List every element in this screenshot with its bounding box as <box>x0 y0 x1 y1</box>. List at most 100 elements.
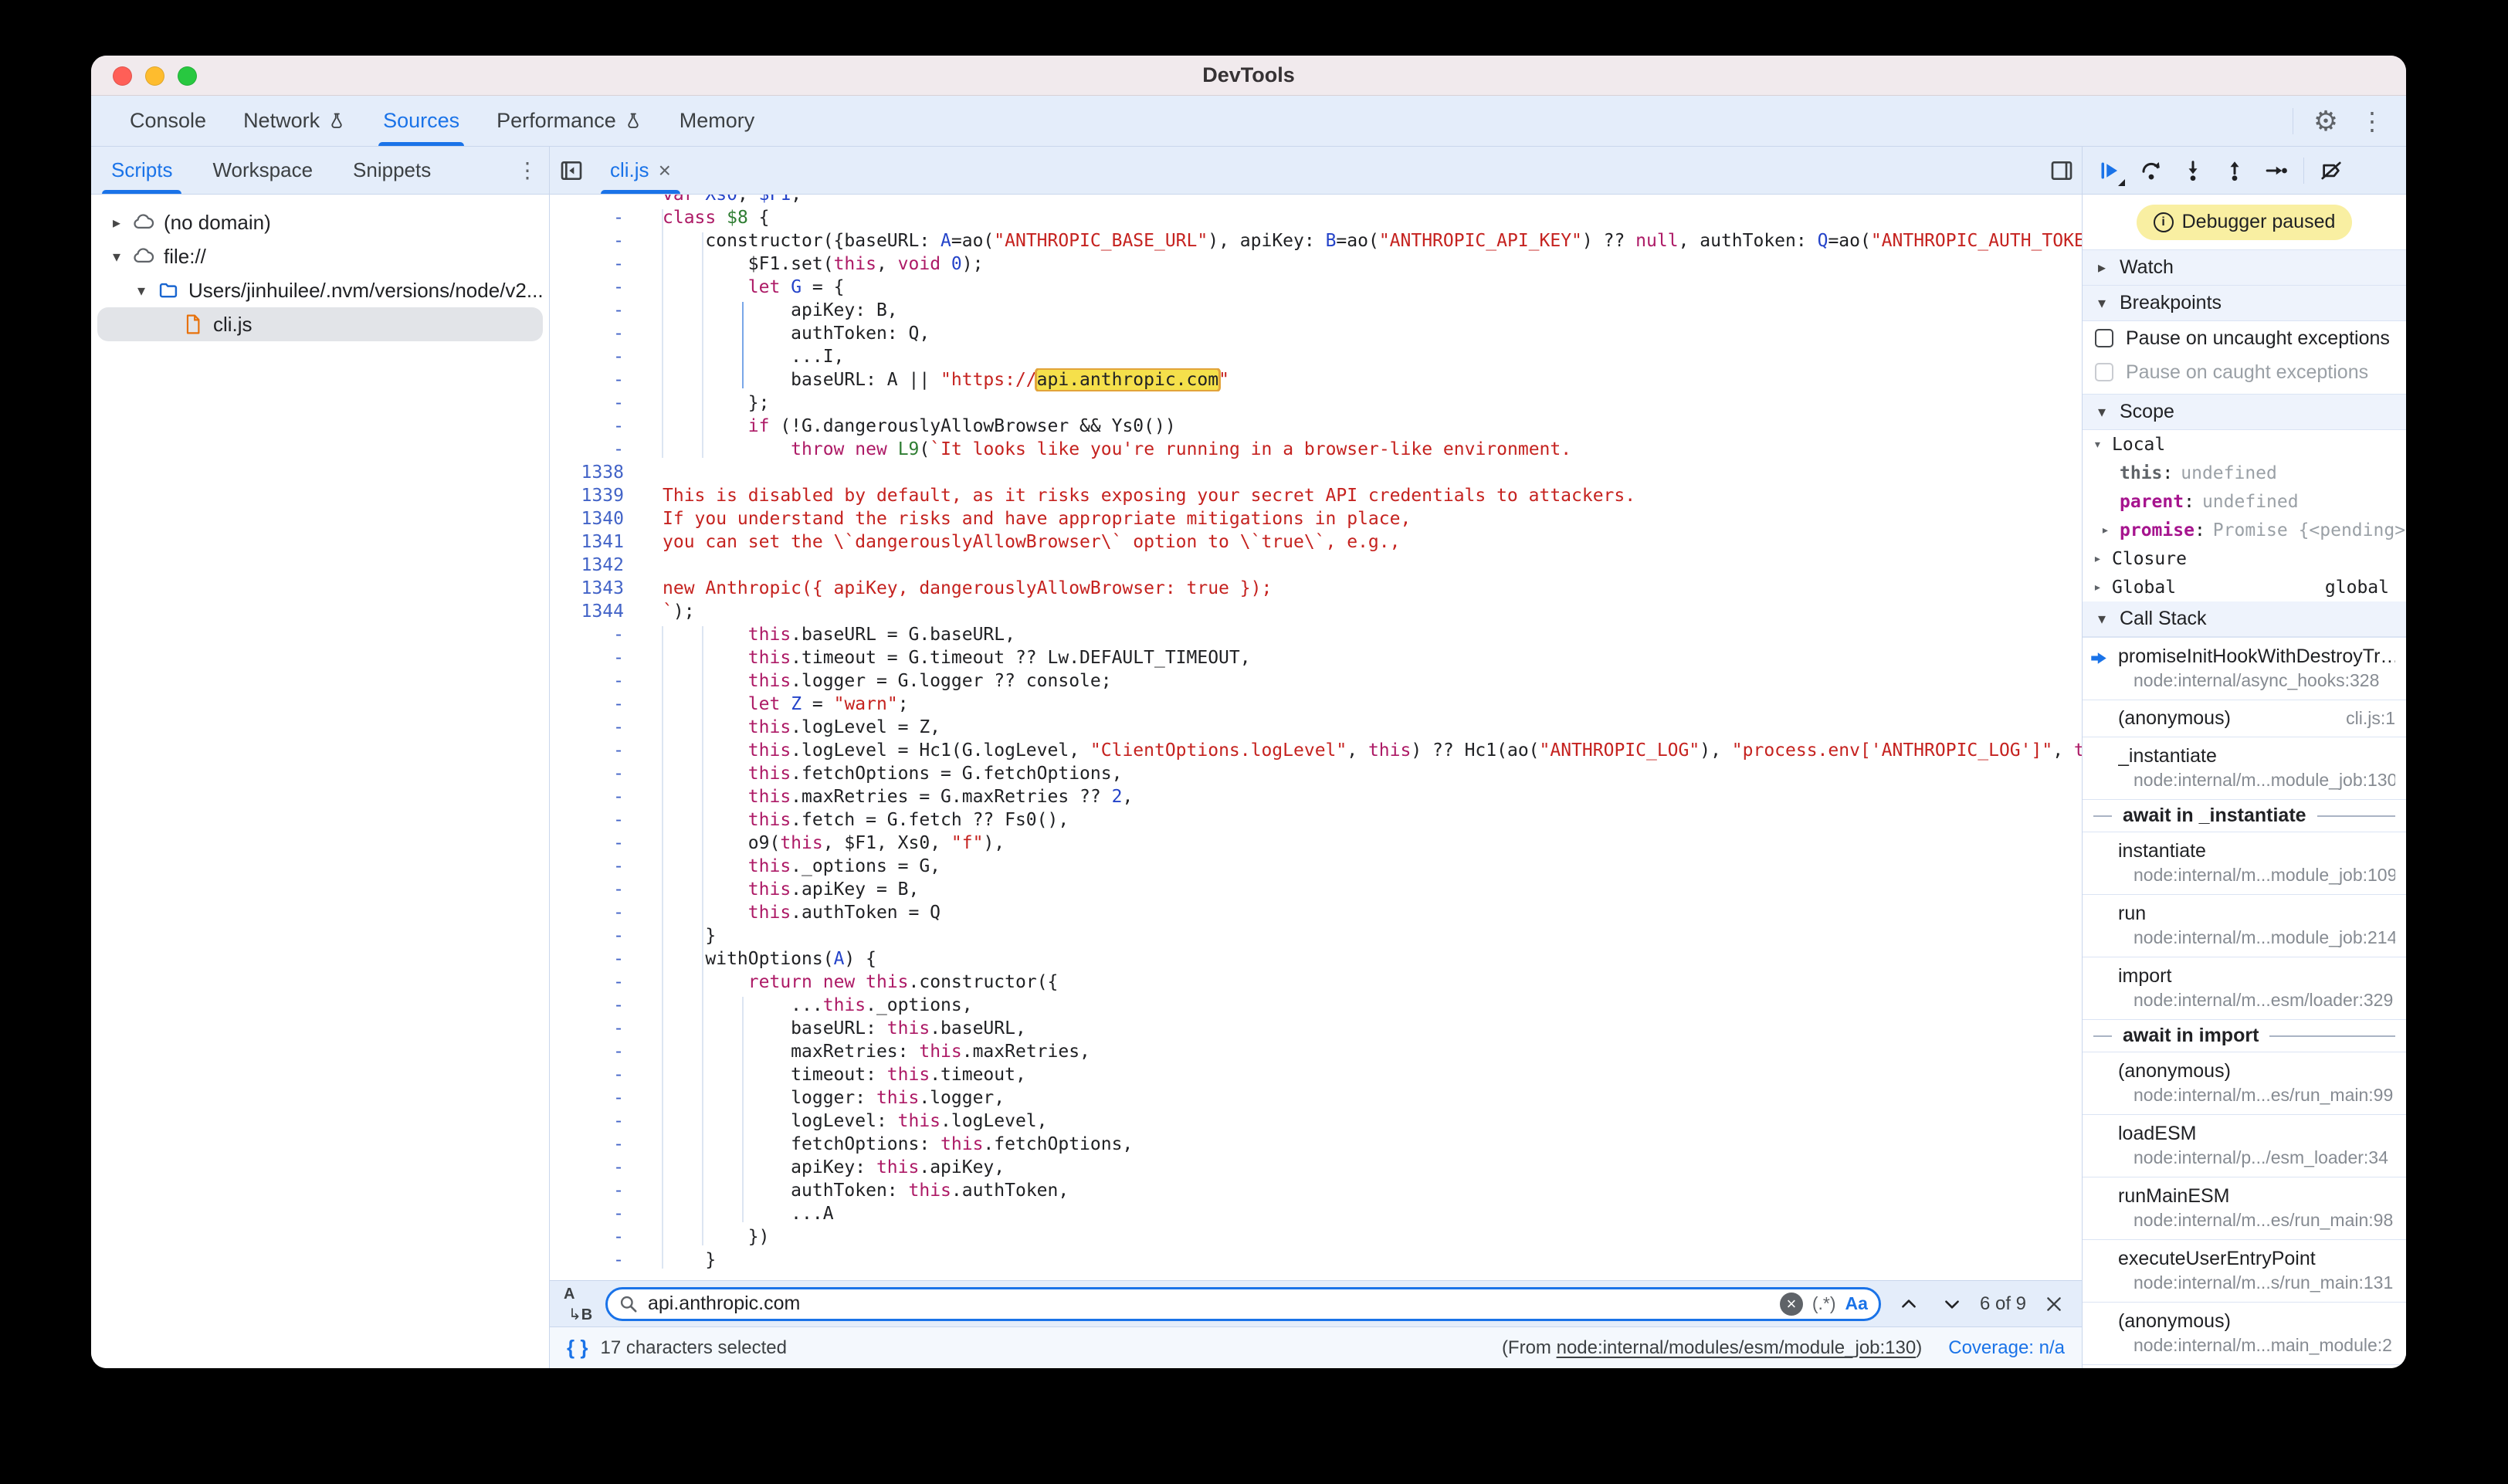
resume-script-icon[interactable] <box>2089 149 2130 192</box>
line-gutter[interactable]: - <box>550 901 642 924</box>
line-gutter[interactable]: - <box>550 739 642 762</box>
tree-item--no-domain-[interactable]: ▸(no domain) <box>97 205 543 239</box>
line-gutter[interactable]: 1340 <box>550 507 642 530</box>
line-gutter[interactable]: - <box>550 878 642 901</box>
line-gutter[interactable]: - <box>550 947 642 971</box>
line-gutter[interactable]: - <box>550 391 642 415</box>
deactivate-breakpoints-icon[interactable] <box>2310 149 2352 192</box>
line-gutter[interactable]: 1342 <box>550 554 642 577</box>
stack-frame-import[interactable]: importnode:internal/m...esm/loader:329 <box>2083 957 2406 1020</box>
line-gutter[interactable]: 1343 <box>550 577 642 600</box>
step-out-icon[interactable] <box>2214 149 2256 192</box>
coverage-link[interactable]: Coverage: n/a <box>1948 1337 2065 1359</box>
line-gutter[interactable]: - <box>550 669 642 693</box>
section-breakpoints[interactable]: ▾ Breakpoints <box>2083 286 2406 321</box>
line-gutter[interactable]: - <box>550 1017 642 1040</box>
editor-tab-clijs[interactable]: cli.js × <box>593 147 688 194</box>
line-gutter[interactable]: - <box>550 1063 642 1086</box>
step-over-icon[interactable] <box>2130 149 2172 192</box>
line-gutter[interactable]: - <box>550 762 642 785</box>
caret-down-icon[interactable]: ▾ <box>2093 436 2112 452</box>
clear-search-icon[interactable]: × <box>1780 1293 1803 1316</box>
stack-frame-promiseinithookwithdestroytr-[interactable]: promiseInitHookWithDestroyTr…node:intern… <box>2083 638 2406 700</box>
tab-performance[interactable]: Performance <box>478 96 661 146</box>
minimize-window-button[interactable] <box>145 66 164 86</box>
tree-item-cli-js[interactable]: cli.js <box>97 307 543 341</box>
line-gutter[interactable]: - <box>550 1040 642 1063</box>
line-gutter[interactable]: - <box>550 322 642 345</box>
stack-frame--instantiate[interactable]: _instantiatenode:internal/m...module_job… <box>2083 737 2406 800</box>
line-gutter[interactable]: - <box>550 1225 642 1249</box>
navigator-tab-scripts[interactable]: Scripts <box>91 147 192 194</box>
search-mode-ab-icon[interactable]: A↳B <box>562 1287 593 1321</box>
zoom-window-button[interactable] <box>178 66 197 86</box>
close-find-icon[interactable] <box>2039 1289 2069 1320</box>
step-icon[interactable] <box>2256 149 2297 192</box>
navigator-tab-workspace[interactable]: Workspace <box>192 147 333 194</box>
toggle-debugger-sidebar-icon[interactable] <box>2049 158 2082 183</box>
line-gutter[interactable]: - <box>550 832 642 855</box>
regex-toggle[interactable]: (.*) <box>1812 1293 1836 1314</box>
scope-group-closure[interactable]: ▸Closure <box>2083 544 2406 573</box>
stack-frame-run[interactable]: runnode:internal/m...module_job:214 <box>2083 895 2406 957</box>
close-window-button[interactable] <box>113 66 132 86</box>
pause-caught-checkbox-row[interactable]: Pause on caught exceptions <box>2083 355 2406 389</box>
find-next-chevron-icon[interactable] <box>1937 1289 1967 1320</box>
line-gutter[interactable] <box>550 195 642 206</box>
line-gutter[interactable]: - <box>550 716 642 739</box>
line-gutter[interactable]: - <box>550 1156 642 1179</box>
line-gutter[interactable]: - <box>550 693 642 716</box>
more-options-kebab-icon[interactable]: ⋮ <box>2352 101 2392 141</box>
line-gutter[interactable]: - <box>550 345 642 368</box>
close-tab-icon[interactable]: × <box>659 158 671 183</box>
line-gutter[interactable]: 1344 <box>550 600 642 623</box>
line-gutter[interactable]: - <box>550 994 642 1017</box>
caret-right-icon[interactable]: ▸ <box>2093 579 2112 595</box>
source-mapped-from[interactable]: (From node:internal/modules/esm/module_j… <box>1502 1337 1922 1359</box>
search-input[interactable] <box>648 1293 1771 1315</box>
line-gutter[interactable]: - <box>550 229 642 252</box>
line-gutter[interactable]: - <box>550 646 642 669</box>
pretty-print-icon[interactable]: { } <box>567 1336 588 1360</box>
line-gutter[interactable]: 1341 <box>550 530 642 554</box>
hide-navigator-icon[interactable] <box>550 158 593 183</box>
section-watch[interactable]: ▸ Watch <box>2083 250 2406 286</box>
line-gutter[interactable]: - <box>550 415 642 438</box>
line-gutter[interactable]: - <box>550 368 642 391</box>
section-callstack[interactable]: ▾ Call Stack <box>2083 601 2406 637</box>
line-gutter[interactable]: - <box>550 1110 642 1133</box>
line-gutter[interactable]: - <box>550 1133 642 1156</box>
code-editor[interactable]: var Xs0, $F1;-class $8 {- constructor({b… <box>550 195 2082 1280</box>
caret-right-icon[interactable]: ▸ <box>2093 551 2112 567</box>
scope-group-local[interactable]: ▾Local <box>2083 430 2406 459</box>
stack-frame-runmainesm[interactable]: runMainESMnode:internal/m...es/run_main:… <box>2083 1177 2406 1240</box>
stack-frame--anonymous-[interactable]: (anonymous)cli.js:1 <box>2083 700 2406 737</box>
line-gutter[interactable]: - <box>550 276 642 299</box>
line-gutter[interactable]: - <box>550 252 642 276</box>
checkbox-icon[interactable] <box>2095 363 2113 381</box>
match-case-toggle[interactable]: Aa <box>1845 1293 1868 1314</box>
line-gutter[interactable]: - <box>550 299 642 322</box>
line-gutter[interactable]: - <box>550 785 642 808</box>
scope-var-promise[interactable]: ▸promise: Promise {<pending>} <box>2083 516 2406 544</box>
line-gutter[interactable]: - <box>550 924 642 947</box>
stack-frame--anonymous-[interactable]: (anonymous)node:internal/m...main_module… <box>2083 1303 2406 1365</box>
pause-uncaught-checkbox-row[interactable]: Pause on uncaught exceptions <box>2083 321 2406 355</box>
tree-item-users-jinhuilee-nvm-versions-node-v2-[interactable]: ▾Users/jinhuilee/.nvm/versions/node/v2..… <box>97 273 543 307</box>
tree-item-file-[interactable]: ▾file:// <box>97 239 543 273</box>
tab-network[interactable]: Network <box>225 96 364 146</box>
line-gutter[interactable]: - <box>550 1086 642 1110</box>
line-gutter[interactable]: - <box>550 438 642 461</box>
line-gutter[interactable]: 1339 <box>550 484 642 507</box>
line-gutter[interactable]: - <box>550 1179 642 1202</box>
line-gutter[interactable]: - <box>550 808 642 832</box>
caret-down-icon[interactable]: ▾ <box>105 247 128 266</box>
caret-right-icon[interactable]: ▸ <box>2101 522 2120 538</box>
line-gutter[interactable]: - <box>550 971 642 994</box>
find-previous-chevron-icon[interactable] <box>1893 1289 1924 1320</box>
navigator-tab-snippets[interactable]: Snippets <box>333 147 451 194</box>
stack-frame-executeuserentrypoint[interactable]: executeUserEntryPointnode:internal/m...s… <box>2083 1240 2406 1303</box>
navigator-more-kebab-icon[interactable]: ⋮ <box>506 147 549 194</box>
stack-frame--anonymous-[interactable]: (anonymous)node:internal/m...es/run_main… <box>2083 1052 2406 1115</box>
step-into-icon[interactable] <box>2172 149 2214 192</box>
